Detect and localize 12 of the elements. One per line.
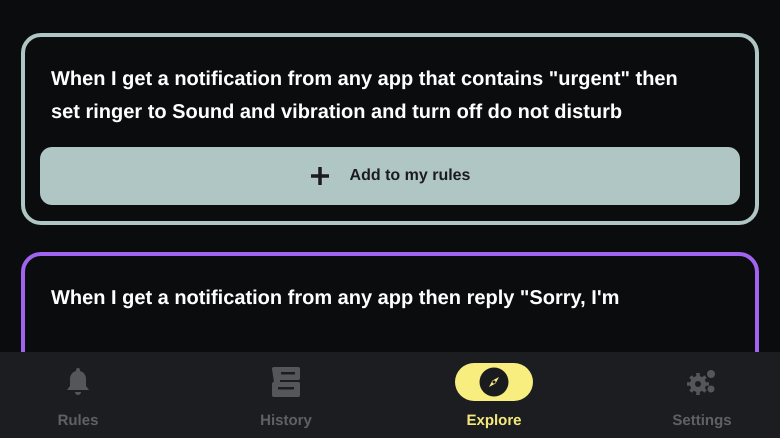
nav-tab[interactable]: Rules [34,352,122,438]
compass-icon [479,367,509,397]
nav-tab[interactable]: History [242,352,330,438]
stacked-cards-icon [272,367,300,397]
bell-icon [65,367,91,397]
plus-icon [310,166,330,186]
nav-tab[interactable]: Settings [658,352,746,438]
add-rule-button[interactable]: Add to my rules [40,147,740,205]
rule-text: When I get a notification from any app that contains "urgent" then set ringer to Sound and vibration and turn off do not disturb [50,67,679,125]
rule-text: When I get a notification from any app then reply "Sorry, I'm [50,286,620,311]
nav-tab[interactable]: Explore [450,352,538,438]
gears-icon [687,368,717,396]
